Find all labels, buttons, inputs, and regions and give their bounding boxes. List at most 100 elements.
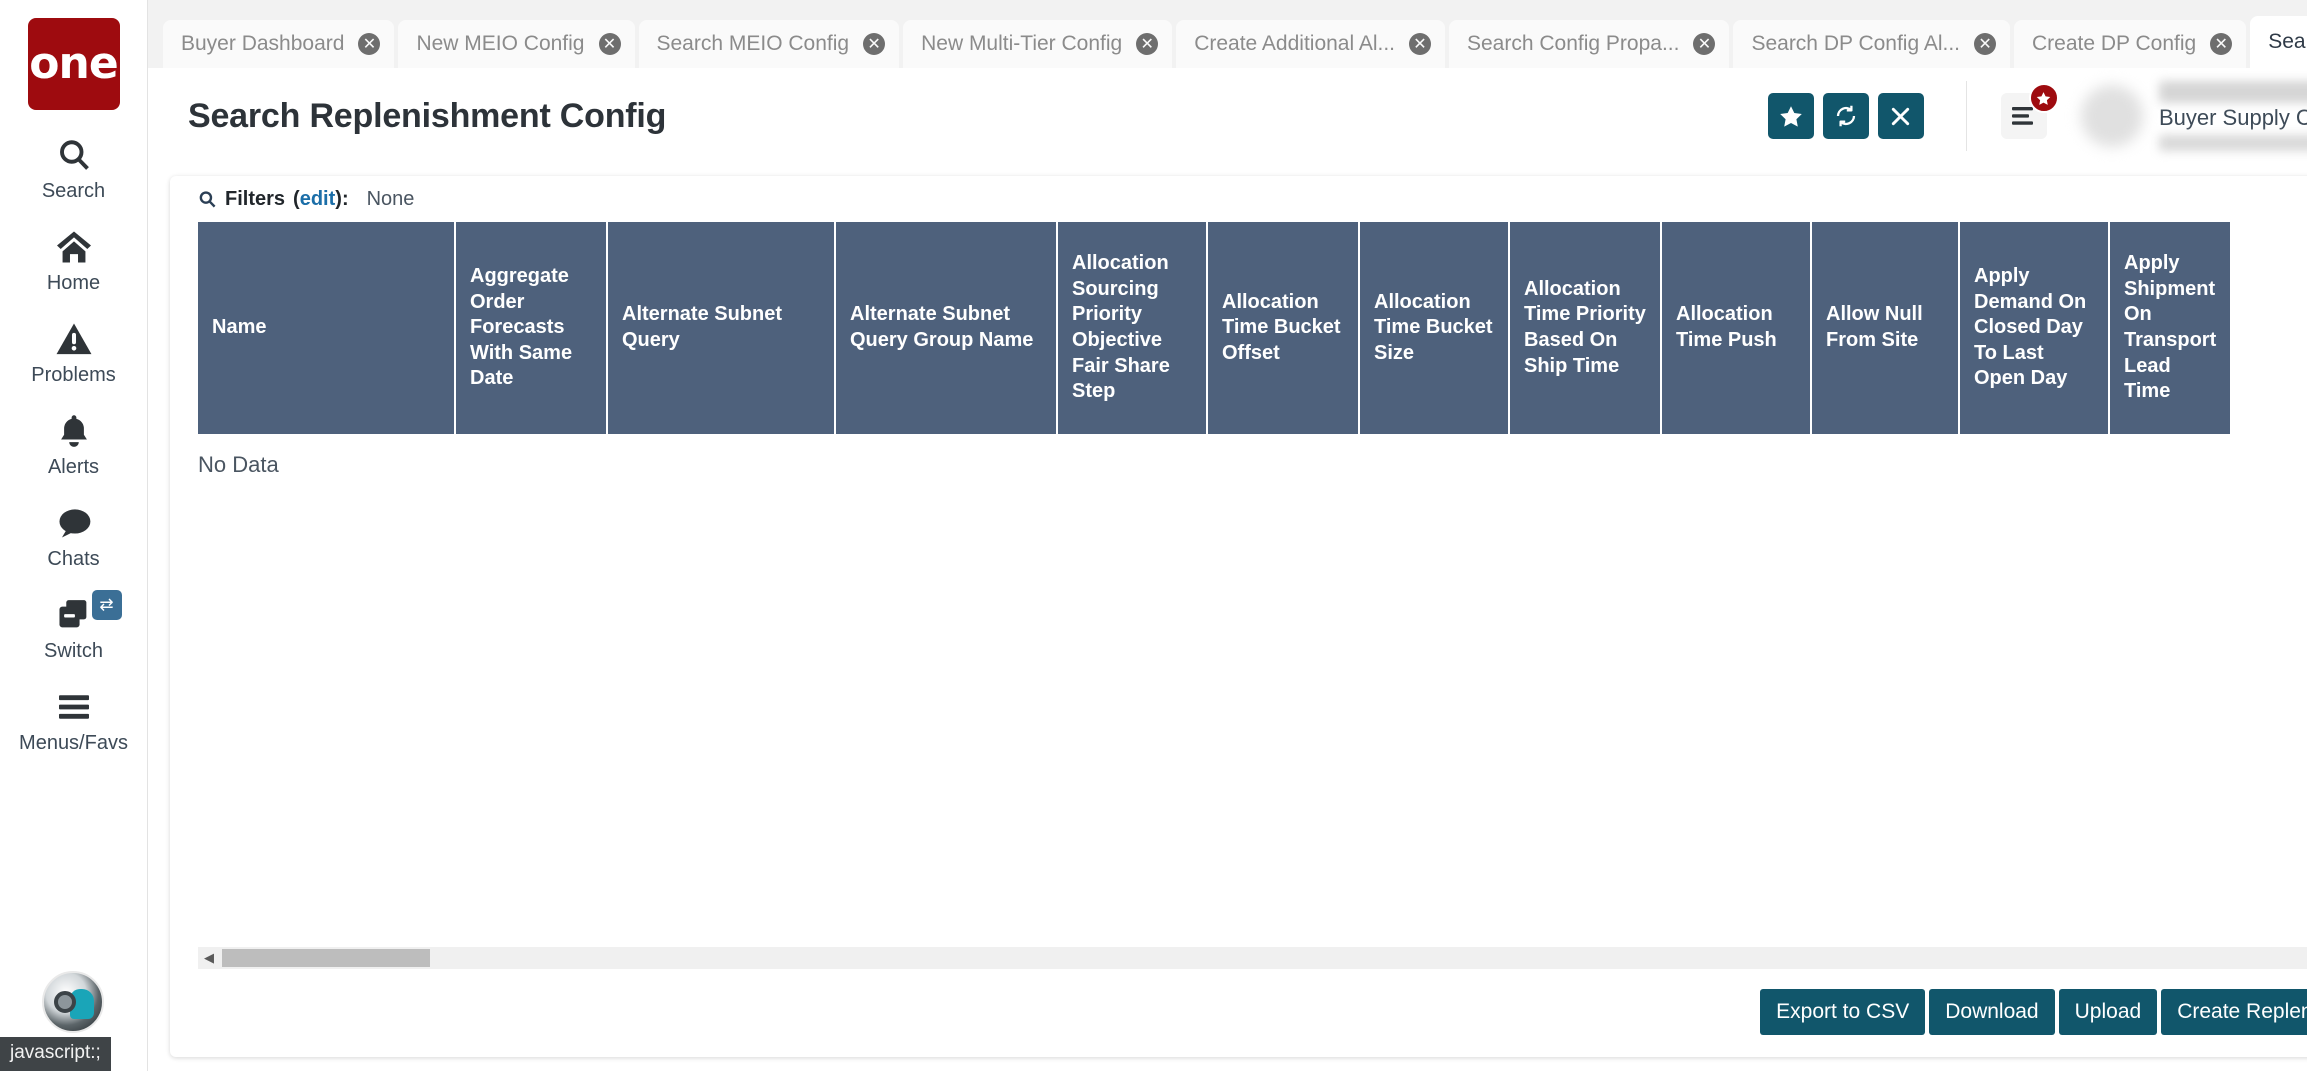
close-x-icon [1892, 107, 1910, 125]
column-header-alternate-subnet-query-group-name[interactable]: Alternate Subnet Query Group Name [835, 222, 1058, 434]
filters-label: Filters [225, 187, 286, 210]
chat-bubble-icon [55, 502, 93, 544]
column-header-apply-shipment-on-transport-lead-time[interactable]: Apply Shipment On Transport Lead Time [2109, 222, 2231, 434]
create-replenishment-config-button[interactable]: Create Replenishment Config [2161, 989, 2307, 1035]
user-info: Buyer Supply Chain Admin [2158, 81, 2307, 151]
column-header-allocation-time-priority-based-on-ship-time[interactable]: Allocation Time Priority Based On Ship T… [1509, 222, 1662, 434]
sidebar-item-chats[interactable]: Chats [0, 502, 148, 570]
page-title: Search Replenishment Config [188, 96, 667, 135]
column-header-allocation-time-bucket-size[interactable]: Allocation Time Bucket Size [1359, 222, 1510, 434]
tab-search-meio-config[interactable]: Search MEIO Config ✕ [638, 20, 900, 68]
refresh-icon [1836, 105, 1856, 127]
star-icon [1780, 105, 1802, 127]
close-button[interactable] [1877, 93, 1924, 139]
scroll-left-arrow-icon[interactable]: ◀ [198, 947, 220, 969]
column-header-name[interactable]: Name [198, 222, 456, 434]
page-header: Search Replenishment Config Buyer Supply… [148, 68, 2307, 164]
warning-triangle-icon [55, 318, 93, 360]
tab-label: Create DP Config [2032, 32, 2197, 55]
favorites-menu-button[interactable] [2000, 83, 2059, 139]
sidebar-item-label: Search [41, 180, 106, 202]
tab-close-icon[interactable]: ✕ [2210, 33, 2233, 55]
grid-header-row: Name Aggregate Order Forecasts With Same… [198, 222, 2231, 434]
sidebar-item-switch[interactable]: ⇄ Switch [0, 590, 148, 662]
tab-label: Search DP Config Al... [1751, 32, 1961, 55]
column-header-allocation-sourcing-priority-objective-fair-share-step[interactable]: Allocation Sourcing Priority Objective F… [1057, 222, 1208, 434]
tab-create-dp-config[interactable]: Create DP Config ✕ [2014, 20, 2247, 68]
grid-body-spacer [170, 478, 2307, 947]
filters-edit-wrap: (edit): [293, 187, 349, 210]
page-card: Search Replenishment Config Buyer Supply… [148, 68, 2307, 1071]
tab-search-config-propagation[interactable]: Search Config Propa... ✕ [1449, 20, 1730, 68]
tab-label: New MEIO Config [416, 32, 585, 55]
grid-scroll-region: Name Aggregate Order Forecasts With Same… [198, 222, 2307, 434]
sidebar-item-label: Alerts [47, 456, 100, 478]
favorite-button[interactable] [1767, 93, 1814, 139]
assistant-lens-icon [54, 991, 76, 1013]
bell-icon [57, 410, 91, 452]
tab-new-multi-tier-config[interactable]: New Multi-Tier Config ✕ [903, 20, 1173, 68]
assistant-avatar[interactable] [42, 971, 104, 1033]
tab-close-icon[interactable]: ✕ [1136, 33, 1159, 55]
column-header-apply-demand-on-closed-day-to-last-open-day[interactable]: Apply Demand On Closed Day To Last Open … [1959, 222, 2110, 434]
grid-empty-message: No Data [198, 452, 279, 477]
tab-label: Buyer Dashboard [181, 32, 345, 55]
tab-label: Create Additional Al... [1194, 32, 1395, 55]
tab-search-replenishment-config[interactable]: Search Replenishme... ✕ [2250, 16, 2307, 68]
favorites-badge [2028, 83, 2059, 113]
upload-button[interactable]: Upload [2058, 989, 2158, 1035]
filters-row: Filters (edit): None [170, 176, 2307, 222]
tab-buyer-dashboard[interactable]: Buyer Dashboard ✕ [163, 20, 395, 68]
sidebar-item-label: Chats [47, 548, 100, 570]
sidebar-item-label: Switch [44, 640, 103, 662]
switch-toggle-badge-icon[interactable]: ⇄ [91, 590, 122, 620]
sidebar-item-problems[interactable]: Problems [0, 318, 148, 386]
column-header-allow-null-from-site[interactable]: Allow Null From Site [1811, 222, 1960, 434]
sidebar-item-alerts[interactable]: Alerts [0, 410, 148, 478]
brand-logo[interactable]: one [27, 18, 120, 110]
tab-close-icon[interactable]: ✕ [598, 33, 621, 55]
column-header-aggregate-order-forecasts-with-same-date[interactable]: Aggregate Order Forecasts With Same Date [455, 222, 608, 434]
header-divider [1965, 81, 1967, 151]
content-wrap: Filters (edit): None Name Aggregate Orde… [148, 164, 2307, 1071]
tab-close-icon[interactable]: ✕ [1974, 33, 1997, 55]
column-header-allocation-time-bucket-offset[interactable]: Allocation Time Bucket Offset [1207, 222, 1360, 434]
avatar[interactable] [2080, 85, 2143, 147]
user-org-redacted [2158, 135, 2307, 151]
user-name [2158, 81, 2307, 103]
star-icon [2037, 91, 2051, 105]
sidebar-item-label: Menus/Favs [19, 732, 128, 754]
search-icon [198, 190, 217, 209]
tab-close-icon[interactable]: ✕ [1693, 33, 1716, 55]
windows-stack-icon [55, 594, 93, 636]
hamburger-icon [56, 686, 92, 728]
tab-label: Search MEIO Config [656, 32, 850, 55]
scrollbar-thumb[interactable] [222, 949, 430, 967]
tab-search-dp-config-alerts[interactable]: Search DP Config Al... ✕ [1733, 20, 2011, 68]
sidebar-item-label: Problems [31, 364, 116, 386]
export-to-csv-button[interactable]: Export to CSV [1760, 989, 1926, 1035]
grid-horizontal-scrollbar[interactable]: ◀ ▶ [198, 947, 2307, 969]
column-header-allocation-time-push[interactable]: Allocation Time Push [1661, 222, 1812, 434]
tab-close-icon[interactable]: ✕ [358, 33, 381, 55]
tab-label: New Multi-Tier Config [921, 32, 1123, 55]
tab-strip: Buyer Dashboard ✕ New MEIO Config ✕ Sear… [148, 0, 2307, 68]
results-grid: Name Aggregate Order Forecasts With Same… [198, 222, 2231, 434]
tab-create-additional-allocation[interactable]: Create Additional Al... ✕ [1176, 20, 1445, 68]
filters-value: None [366, 187, 415, 210]
status-bar-tooltip: javascript:; [0, 1037, 111, 1071]
sidebar-item-menus-favs[interactable]: Menus/Favs [0, 686, 148, 754]
sidebar-item-label: Home [46, 272, 101, 294]
tab-close-icon[interactable]: ✕ [863, 33, 886, 55]
sidebar-item-search[interactable]: Search [0, 134, 148, 202]
header-actions: Buyer Supply Chain Admin [1759, 81, 2307, 151]
tab-close-icon[interactable]: ✕ [1409, 33, 1431, 55]
filters-edit-link[interactable]: edit [300, 188, 336, 210]
sidebar-item-home[interactable]: Home [0, 226, 148, 294]
refresh-button[interactable] [1822, 93, 1869, 139]
tab-new-meio-config[interactable]: New MEIO Config ✕ [398, 20, 635, 68]
tab-label: Search Replenishme... [2268, 30, 2307, 53]
column-header-alternate-subnet-query[interactable]: Alternate Subnet Query [607, 222, 836, 434]
footer-actions: Export to CSV Download Upload Create Rep… [170, 969, 2307, 1057]
download-button[interactable]: Download [1929, 989, 2055, 1035]
